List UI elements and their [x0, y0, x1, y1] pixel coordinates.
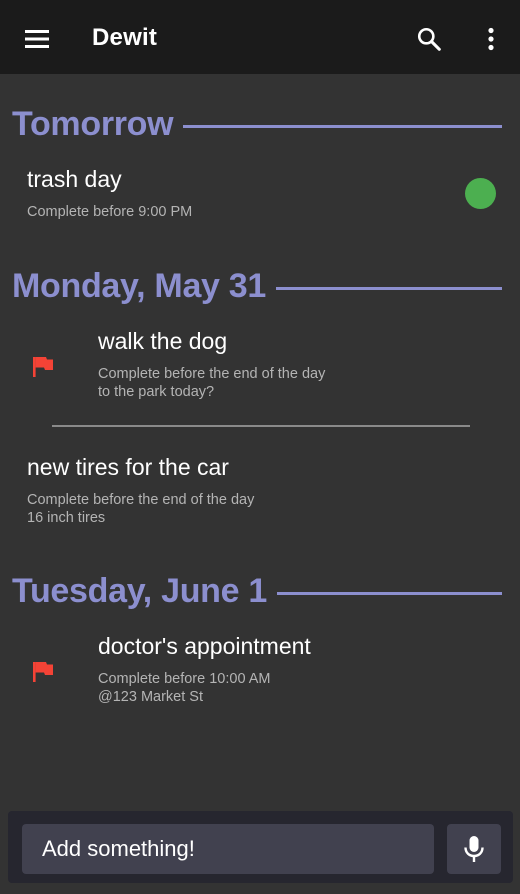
flag-icon — [33, 357, 53, 377]
task-note: 16 inch tires — [27, 510, 106, 526]
app-bar: Dewit — [0, 0, 520, 74]
menu-icon — [25, 30, 49, 48]
section-divider-line — [277, 591, 502, 595]
task-title: walk the dog — [98, 328, 228, 354]
section-title: Tomorrow — [12, 104, 174, 143]
add-task-input[interactable] — [22, 824, 434, 874]
task-item-walk-the-dog[interactable]: walk the dog Complete before the end of … — [0, 322, 520, 410]
section-header-monday-may-31: Monday, May 31 — [12, 264, 502, 308]
task-item-doctors-appointment[interactable]: doctor's appointment Complete before 10:… — [0, 627, 520, 715]
task-due: Complete before the end of the day — [98, 366, 326, 382]
task-due: Complete before 9:00 PM — [27, 204, 193, 220]
flag-icon — [33, 662, 53, 682]
task-note: to the park today? — [98, 384, 215, 400]
task-item-new-tires[interactable]: new tires for the car Complete before th… — [0, 448, 520, 534]
more-options-button[interactable] — [474, 22, 508, 56]
status-dot-icon[interactable] — [465, 178, 496, 209]
microphone-icon — [464, 836, 484, 862]
section-divider-line — [276, 286, 502, 290]
task-due: Complete before 10:00 AM — [98, 671, 271, 687]
section-header-tuesday-june-1: Tuesday, June 1 — [12, 569, 502, 613]
task-due: Complete before the end of the day — [27, 492, 255, 508]
section-title: Tuesday, June 1 — [12, 571, 267, 610]
task-divider — [52, 425, 470, 427]
task-title: doctor's appointment — [98, 633, 311, 659]
app-title: Dewit — [92, 24, 158, 51]
voice-input-button[interactable] — [447, 824, 501, 874]
task-note: @123 Market St — [98, 689, 203, 705]
section-header-tomorrow: Tomorrow — [12, 102, 502, 146]
section-title: Monday, May 31 — [12, 266, 267, 305]
menu-button[interactable] — [20, 22, 54, 56]
task-title: new tires for the car — [27, 454, 229, 480]
section-divider-line — [183, 124, 502, 128]
search-button[interactable] — [412, 22, 446, 56]
task-item-trash-day[interactable]: trash day Complete before 9:00 PM — [0, 160, 520, 230]
search-icon — [417, 27, 441, 51]
more-vert-icon — [488, 27, 494, 51]
task-title: trash day — [27, 166, 122, 192]
